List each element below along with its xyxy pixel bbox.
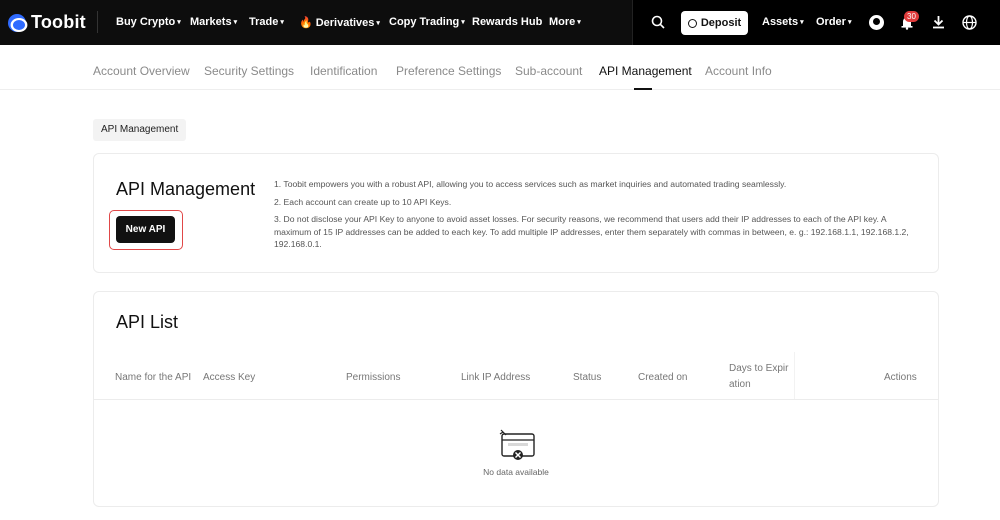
api-list-title: API List [116,312,179,332]
column-access-key: Access Key [203,372,256,383]
nav-rewards-hub[interactable]: Rewards Hub [472,16,542,28]
account-tabs: Account Overview Security Settings Ident… [0,45,1000,90]
chevron-down-icon: ▾ [376,20,380,27]
column-link-ip: Link IP Address [461,372,531,383]
column-separator [794,352,795,399]
deposit-button[interactable]: Deposit [681,11,748,35]
tab-api-management[interactable]: API Management [599,64,692,78]
chevron-down-icon: ▾ [177,19,181,26]
api-note-3: 3. Do not disclose your API Key to anyon… [274,214,909,249]
tab-account-info[interactable]: Account Info [705,64,772,78]
column-days-to-expiration: Days to Expir ation [729,363,789,390]
column-name: Name for the API [115,372,192,383]
api-notes: 1. Toobit empowers you with a robust API… [274,178,914,256]
top-navigation-bar: Toobit Buy Crypto ▾ Markets ▾ Trade ▾ 🔥 Deri… [0,0,1000,45]
brand-name: Toobit [31,12,86,32]
tab-sub-account[interactable]: Sub-account [515,64,582,78]
api-list-card: API List Name for the API Access Key Per… [93,291,939,507]
chevron-down-icon: ▾ [800,19,804,26]
globe-icon[interactable] [962,15,977,30]
api-note-1: 1. Toobit empowers you with a robust API… [274,179,787,189]
nav-divider [97,11,98,33]
deposit-icon [687,18,697,28]
column-created-on: Created on [638,372,688,383]
nav-buy-crypto[interactable]: Buy Crypto ▾ [116,16,181,28]
search-icon[interactable] [651,15,665,29]
nav-markets[interactable]: Markets ▾ [190,16,237,28]
nav-more[interactable]: More ▾ [549,16,581,28]
new-api-highlight: New API [109,210,183,250]
nav-copy-trading[interactable]: Copy Trading ▾ [389,16,465,28]
user-avatar-icon[interactable] [869,15,884,30]
chevron-down-icon: ▾ [461,19,465,26]
api-management-card: API Management New API 1. Toobit empower… [93,153,939,273]
toobit-logo[interactable]: Toobit [8,12,86,33]
notification-badge: 30 [904,11,919,22]
new-api-button[interactable]: New API [116,216,175,243]
tab-preference-settings[interactable]: Preference Settings [396,64,501,78]
tab-security-settings[interactable]: Security Settings [204,64,294,78]
nav-order[interactable]: Order ▾ [816,16,851,28]
api-table-header: Name for the API Access Key Permissions … [94,352,938,400]
api-note-2: 2. Each account can create up to 10 API … [274,196,452,207]
fire-icon: 🔥 [299,17,313,29]
nav-trade[interactable]: Trade ▾ [249,16,284,28]
chevron-down-icon: ▾ [280,19,284,26]
chevron-down-icon: ▾ [847,19,852,26]
nav-derivatives[interactable]: 🔥 Derivatives ▾ [299,16,380,29]
download-icon[interactable] [932,15,945,29]
chevron-down-icon: ▾ [233,19,238,26]
active-tab-indicator [634,88,652,90]
column-actions: Actions [884,372,917,383]
tab-identification[interactable]: Identification [310,64,377,78]
api-management-title: API Management [116,179,256,199]
empty-box-icon [499,429,535,460]
deposit-label: Deposit [700,17,742,29]
column-permissions: Permissions [346,372,401,383]
chevron-down-icon: ▾ [577,19,581,26]
toobit-logo-icon [8,13,26,32]
tab-account-overview[interactable]: Account Overview [93,64,190,78]
breadcrumb: API Management [93,119,187,141]
column-status: Status [573,372,602,383]
nav-assets[interactable]: Assets ▾ [762,16,804,28]
empty-state-text: No data available [483,467,549,477]
